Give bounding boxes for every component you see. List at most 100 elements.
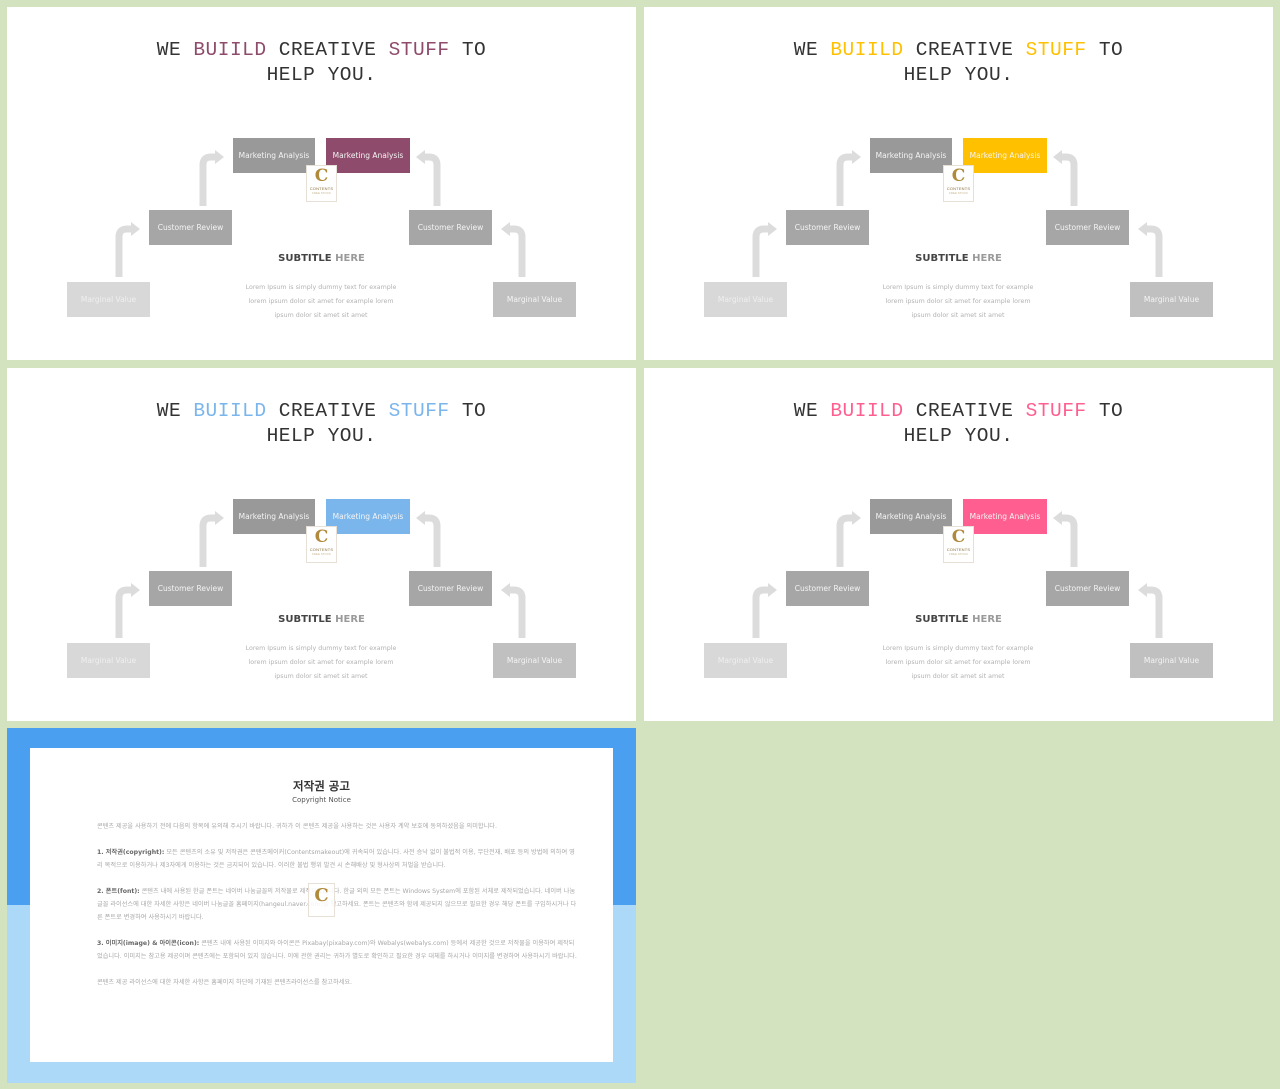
marketing-analysis-box: Marketing Analysis	[870, 499, 952, 534]
contents-logo-icon: C CONTENTS FREE STOCK	[306, 165, 337, 202]
text-span: HERE	[968, 614, 1002, 625]
marketing-analysis-highlight-box: Marketing Analysis	[326, 499, 410, 534]
text-span: WE	[156, 400, 194, 422]
marginal-value-left-box: Marginal Value	[704, 643, 787, 678]
body-line: lorem ipsum dolor sit amet for example l…	[248, 298, 394, 305]
arrow-up-right-icon	[199, 514, 215, 567]
text-span: CREATIVE	[266, 400, 389, 422]
title-accent-word: BUIILD	[193, 400, 267, 422]
title-line-2: HELP YOU.	[266, 425, 377, 447]
body-text: Lorem Ipsum is simply dummy text for exa…	[858, 281, 1058, 323]
slide-title: WE BUIILD CREATIVE STUFF TO HELP YOU.	[644, 38, 1273, 88]
arrow-up-left-icon	[425, 153, 441, 206]
subtitle: SUBTITLE HERE	[644, 253, 1273, 264]
arrow-up-right-icon	[199, 153, 215, 206]
customer-review-left-box: Customer Review	[786, 210, 869, 245]
slide-thumbnail-4[interactable]: WE BUIILD CREATIVE STUFF TO HELP YOU. Ma…	[644, 368, 1273, 721]
customer-review-right-box: Customer Review	[1046, 571, 1129, 606]
copyright-body: 콘텐츠 제공을 사용하기 전에 다음의 항목에 유의해 주시기 바랍니다. 귀하…	[97, 820, 577, 1002]
title-accent-word: STUFF	[388, 400, 450, 422]
arrow-up-right-icon	[836, 514, 852, 567]
contents-logo-icon: C CONTENTS FREE STOCK	[306, 526, 337, 563]
body-text: Lorem Ipsum is simply dummy text for exa…	[221, 281, 421, 323]
logo-subtext: FREE STOCK	[948, 552, 969, 556]
title-accent-word: STUFF	[1025, 39, 1087, 61]
body-line: lorem ipsum dolor sit amet for example l…	[248, 659, 394, 666]
title-line-1: WE BUIILD CREATIVE STUFF TO	[7, 399, 636, 424]
marketing-analysis-box: Marketing Analysis	[233, 499, 315, 534]
copyright-intro: 콘텐츠 제공을 사용하기 전에 다음의 항목에 유의해 주시기 바랍니다. 귀하…	[97, 823, 497, 830]
slide-thumbnail-3[interactable]: WE BUIILD CREATIVE STUFF TO HELP YOU. Ma…	[7, 368, 636, 721]
text-span: SUBTITLE	[915, 253, 969, 264]
logo-letter: C	[314, 527, 329, 547]
copyright-section: 3. 이미지(image) & 아이콘(icon): 콘텐츠 내에 사용된 이미…	[97, 937, 577, 963]
slide-title: WE BUIILD CREATIVE STUFF TO HELP YOU.	[7, 38, 636, 88]
marketing-analysis-highlight-box: Marketing Analysis	[963, 499, 1047, 534]
text-span: TO	[1086, 39, 1124, 61]
title-line-2: HELP YOU.	[903, 64, 1014, 86]
subtitle: SUBTITLE HERE	[644, 614, 1273, 625]
title-line-1: WE BUIILD CREATIVE STUFF TO	[644, 38, 1273, 63]
copyright-subtitle: Copyright Notice	[292, 796, 351, 804]
text-span: HERE	[968, 253, 1002, 264]
title-line-1: WE BUIILD CREATIVE STUFF TO	[7, 38, 636, 63]
title-line-1: WE BUIILD CREATIVE STUFF TO	[644, 399, 1273, 424]
body-line: Lorem Ipsum is simply dummy text for exa…	[245, 284, 397, 291]
body-text: Lorem Ipsum is simply dummy text for exa…	[858, 642, 1058, 684]
subtitle: SUBTITLE HERE	[7, 614, 636, 625]
text-span: HERE	[331, 253, 365, 264]
body-line: ipsum dolor sit amet sit amet	[274, 312, 368, 319]
text-span: WE	[156, 39, 194, 61]
text-span: CREATIVE	[266, 39, 389, 61]
customer-review-left-box: Customer Review	[786, 571, 869, 606]
body-line: Lorem Ipsum is simply dummy text for exa…	[882, 645, 1034, 652]
text-span: CREATIVE	[903, 39, 1026, 61]
text-span: TO	[1086, 400, 1124, 422]
marginal-value-right-box: Marginal Value	[1130, 282, 1213, 317]
title-accent-word: STUFF	[388, 39, 450, 61]
slide-thumbnail-2[interactable]: WE BUIILD CREATIVE STUFF TO HELP YOU. Ma…	[644, 7, 1273, 360]
customer-review-right-box: Customer Review	[409, 571, 492, 606]
logo-letter: C	[951, 527, 966, 547]
section-text: 콘텐츠 내에 사용된 한글 폰트는 네이버 나눔글꼴의 저작물로 제작되었습니다…	[97, 888, 577, 921]
text-span: SUBTITLE	[278, 253, 332, 264]
arrow-up-left-icon	[425, 514, 441, 567]
body-line: Lorem Ipsum is simply dummy text for exa…	[245, 645, 397, 652]
text-span: TO	[449, 39, 487, 61]
section-label: 1. 저작권(copyright):	[97, 849, 165, 856]
marginal-value-right-box: Marginal Value	[493, 643, 576, 678]
contents-logo-icon: C CONTENTS FREE STOCK	[943, 165, 974, 202]
watermark-letter: C	[314, 885, 329, 906]
logo-letter: C	[951, 166, 966, 186]
marginal-value-left-box: Marginal Value	[704, 282, 787, 317]
copyright-title: 저작권 공고	[293, 779, 350, 793]
marketing-analysis-highlight-box: Marketing Analysis	[326, 138, 410, 173]
body-line: lorem ipsum dolor sit amet for example l…	[885, 298, 1031, 305]
copyright-section: 1. 저작권(copyright): 모든 콘텐츠의 소유 및 저작권은 콘텐츠…	[97, 846, 577, 872]
body-line: Lorem Ipsum is simply dummy text for exa…	[882, 284, 1034, 291]
contents-logo-icon: C CONTENTS FREE STOCK	[943, 526, 974, 563]
title-line-2: HELP YOU.	[266, 64, 377, 86]
logo-subtext: FREE STOCK	[948, 191, 969, 195]
customer-review-right-box: Customer Review	[1046, 210, 1129, 245]
logo-subtext: FREE STOCK	[311, 191, 332, 195]
logo-letter: C	[314, 166, 329, 186]
marginal-value-left-box: Marginal Value	[67, 282, 150, 317]
watermark-logo-icon: C	[308, 883, 335, 917]
text-span: TO	[449, 400, 487, 422]
body-line: ipsum dolor sit amet sit amet	[274, 673, 368, 680]
marketing-analysis-highlight-box: Marketing Analysis	[963, 138, 1047, 173]
marginal-value-right-box: Marginal Value	[1130, 643, 1213, 678]
body-line: ipsum dolor sit amet sit amet	[911, 673, 1005, 680]
customer-review-right-box: Customer Review	[409, 210, 492, 245]
slide-thumbnail-1[interactable]: WE BUIILD CREATIVE STUFF TO HELP YOU. Ma…	[7, 7, 636, 360]
body-line: ipsum dolor sit amet sit amet	[911, 312, 1005, 319]
text-span: SUBTITLE	[915, 614, 969, 625]
title-line-2: HELP YOU.	[903, 425, 1014, 447]
body-text: Lorem Ipsum is simply dummy text for exa…	[221, 642, 421, 684]
text-span: HERE	[331, 614, 365, 625]
copyright-slide[interactable]: 저작권 공고 Copyright Notice 콘텐츠 제공을 사용하기 전에 …	[7, 728, 636, 1083]
slide-title: WE BUIILD CREATIVE STUFF TO HELP YOU.	[644, 399, 1273, 449]
arrow-up-left-icon	[1062, 153, 1078, 206]
copyright-section: 2. 폰트(font): 콘텐츠 내에 사용된 한글 폰트는 네이버 나눔글꼴의…	[97, 885, 577, 924]
